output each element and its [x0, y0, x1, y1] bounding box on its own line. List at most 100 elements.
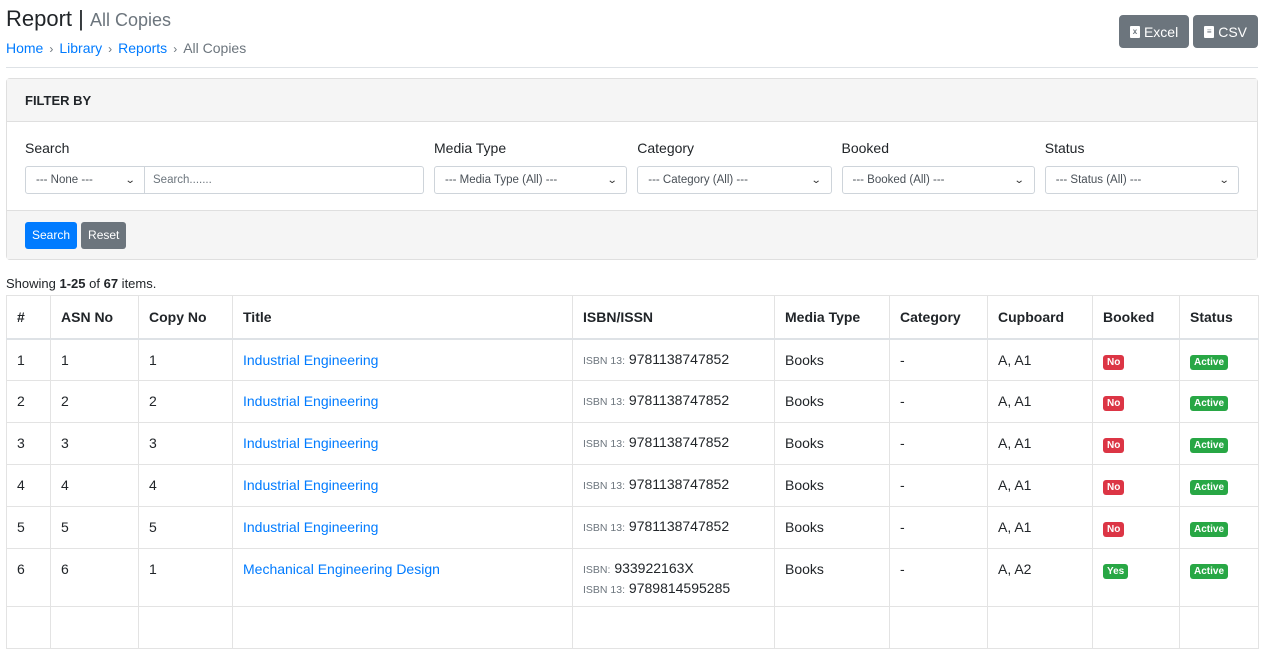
page-title: Report | All Copies: [6, 6, 171, 32]
cell-booked: No: [1092, 380, 1180, 423]
title-link[interactable]: Industrial Engineering: [243, 477, 378, 493]
title-link[interactable]: Mechanical Engineering Design: [243, 561, 440, 577]
column-header-category[interactable]: Category: [889, 295, 988, 340]
title-link[interactable]: Industrial Engineering: [243, 352, 378, 368]
category-select[interactable]: --- Category (All) --- ⌄: [637, 166, 832, 194]
column-header-asn[interactable]: ASN No: [50, 295, 139, 340]
isbn-entry: ISBN 13: 9781138747852: [583, 390, 764, 412]
isbn-entry: ISBN: 933922163X: [583, 558, 764, 580]
status-badge: Active: [1190, 564, 1229, 579]
search-input[interactable]: Search.......: [145, 166, 424, 194]
search-label: Search: [25, 140, 70, 156]
booked-badge: No: [1103, 438, 1125, 453]
breadcrumb: Home › Library › Reports › All Copies: [6, 40, 246, 56]
title-main: Report: [6, 6, 73, 31]
search-field-select[interactable]: --- None --- ⌄: [25, 166, 145, 194]
table-row: 2 2 2 Industrial Engineering ISBN 13: 978113…: [6, 380, 1259, 423]
cell-number: 3: [6, 422, 51, 465]
title-subtitle: All Copies: [90, 10, 172, 30]
breadcrumb-library[interactable]: Library: [59, 40, 102, 56]
category-filter-group: Category --- Category (All) --- ⌄: [637, 140, 832, 194]
cell-cupboard: A, A1: [987, 338, 1093, 381]
title-link[interactable]: Industrial Engineering: [243, 435, 378, 451]
booked-badge: No: [1103, 354, 1125, 370]
export-csv-button[interactable]: ≡ CSV: [1193, 15, 1258, 48]
cell-isbn: ISBN 13: 9781138747852: [572, 506, 775, 549]
media-type-label: Media Type: [434, 140, 507, 156]
cell-cupboard: A, A2: [987, 548, 1093, 607]
table-header-row: # ASN No Copy No Title ISBN/ISSN Media T…: [6, 295, 1259, 340]
cell-copy-no: 5: [138, 506, 233, 549]
cell-asn: 1: [50, 338, 139, 381]
cell-copy-no: 3: [138, 422, 233, 465]
cell-asn: 2: [50, 380, 139, 423]
isbn-entry: ISBN 13: 9781138747852: [583, 349, 764, 371]
column-header-media-type[interactable]: Media Type: [774, 295, 890, 340]
cell-title: Industrial Engineering: [232, 338, 573, 381]
export-excel-button[interactable]: x Excel: [1118, 15, 1190, 48]
title-link[interactable]: Industrial Engineering: [243, 519, 378, 535]
isbn-label: ISBN 13:: [583, 480, 626, 492]
chevron-down-icon: ⌄: [1014, 174, 1026, 186]
search-button[interactable]: Search: [25, 221, 78, 249]
cell-isbn: ISBN 13: 9781138747852: [572, 380, 775, 423]
cell-category: -: [889, 380, 988, 423]
cell-copy-no: 4: [138, 464, 233, 507]
media-type-filter-group: Media Type --- Media Type (All) --- ⌄: [434, 140, 628, 194]
cell-asn: 4: [50, 464, 139, 507]
column-header-status[interactable]: Status: [1179, 295, 1259, 340]
status-filter-group: Status --- Status (All) --- ⌄: [1044, 140, 1239, 194]
cell-category: -: [889, 548, 988, 607]
column-header-isbn[interactable]: ISBN/ISSN: [572, 295, 775, 340]
isbn-label: ISBN 13:: [583, 522, 626, 534]
breadcrumb-reports[interactable]: Reports: [118, 40, 167, 56]
title-separator: |: [78, 6, 84, 31]
filter-title: FILTER BY: [7, 79, 1257, 122]
cell-isbn: ISBN: 933922163X ISBN 13: 9789814595285: [572, 548, 775, 607]
media-type-select[interactable]: --- Media Type (All) --- ⌄: [434, 166, 628, 194]
cell-booked: No: [1092, 422, 1180, 465]
cell-status: Active: [1179, 422, 1259, 465]
title-link[interactable]: Industrial Engineering: [243, 393, 378, 409]
breadcrumb-home[interactable]: Home: [6, 40, 43, 56]
filter-panel: FILTER BY Search --- None --- ⌄ Search...…: [6, 78, 1258, 260]
booked-badge: Yes: [1103, 564, 1129, 579]
reset-button[interactable]: Reset: [81, 221, 127, 249]
column-header-number[interactable]: #: [6, 295, 51, 340]
isbn-label: ISBN 13:: [583, 584, 626, 596]
cell-number: 1: [6, 338, 51, 381]
cell-isbn: ISBN 13: 9781138747852: [572, 338, 775, 381]
cell-booked: No: [1092, 338, 1180, 381]
isbn-entry: ISBN 13: 9789814595285: [583, 578, 764, 600]
cell-media-type: Books: [774, 380, 890, 423]
isbn-entry: ISBN 13: 9781138747852: [583, 432, 764, 454]
cell-category: -: [889, 422, 988, 465]
booked-select[interactable]: --- Booked (All) --- ⌄: [841, 166, 1035, 194]
cell-status: Active: [1179, 464, 1259, 507]
cell-status: Active: [1179, 506, 1259, 549]
column-header-title[interactable]: Title: [232, 295, 573, 340]
cell-booked: No: [1092, 506, 1180, 549]
isbn-entry: ISBN 13: 9781138747852: [583, 516, 764, 538]
status-badge: Active: [1190, 480, 1229, 495]
table-row: 4 4 4 Industrial Engineering ISBN 13: 978113…: [6, 464, 1259, 507]
cell-cupboard: A, A1: [987, 464, 1093, 507]
status-badge: Active: [1190, 354, 1229, 370]
cell-category: -: [889, 464, 988, 507]
cell-copy-no: 1: [138, 338, 233, 381]
column-header-booked[interactable]: Booked: [1092, 295, 1180, 340]
column-header-copy-no[interactable]: Copy No: [138, 295, 233, 340]
column-header-cupboard[interactable]: Cupboard: [987, 295, 1093, 340]
cell-number: 2: [6, 380, 51, 423]
status-badge: Active: [1190, 396, 1229, 411]
file-excel-icon: x: [1129, 25, 1140, 38]
table-row: 5 5 5 Industrial Engineering ISBN 13: 978113…: [6, 506, 1259, 549]
status-select[interactable]: --- Status (All) --- ⌄: [1044, 166, 1239, 194]
cell-category: -: [889, 506, 988, 549]
isbn-label: ISBN 13:: [583, 396, 626, 408]
cell-title: Industrial Engineering: [232, 506, 573, 549]
cell-media-type: Books: [774, 548, 890, 607]
cell-copy-no: 1: [138, 548, 233, 607]
status-badge: Active: [1190, 522, 1229, 537]
booked-badge: No: [1103, 396, 1125, 411]
